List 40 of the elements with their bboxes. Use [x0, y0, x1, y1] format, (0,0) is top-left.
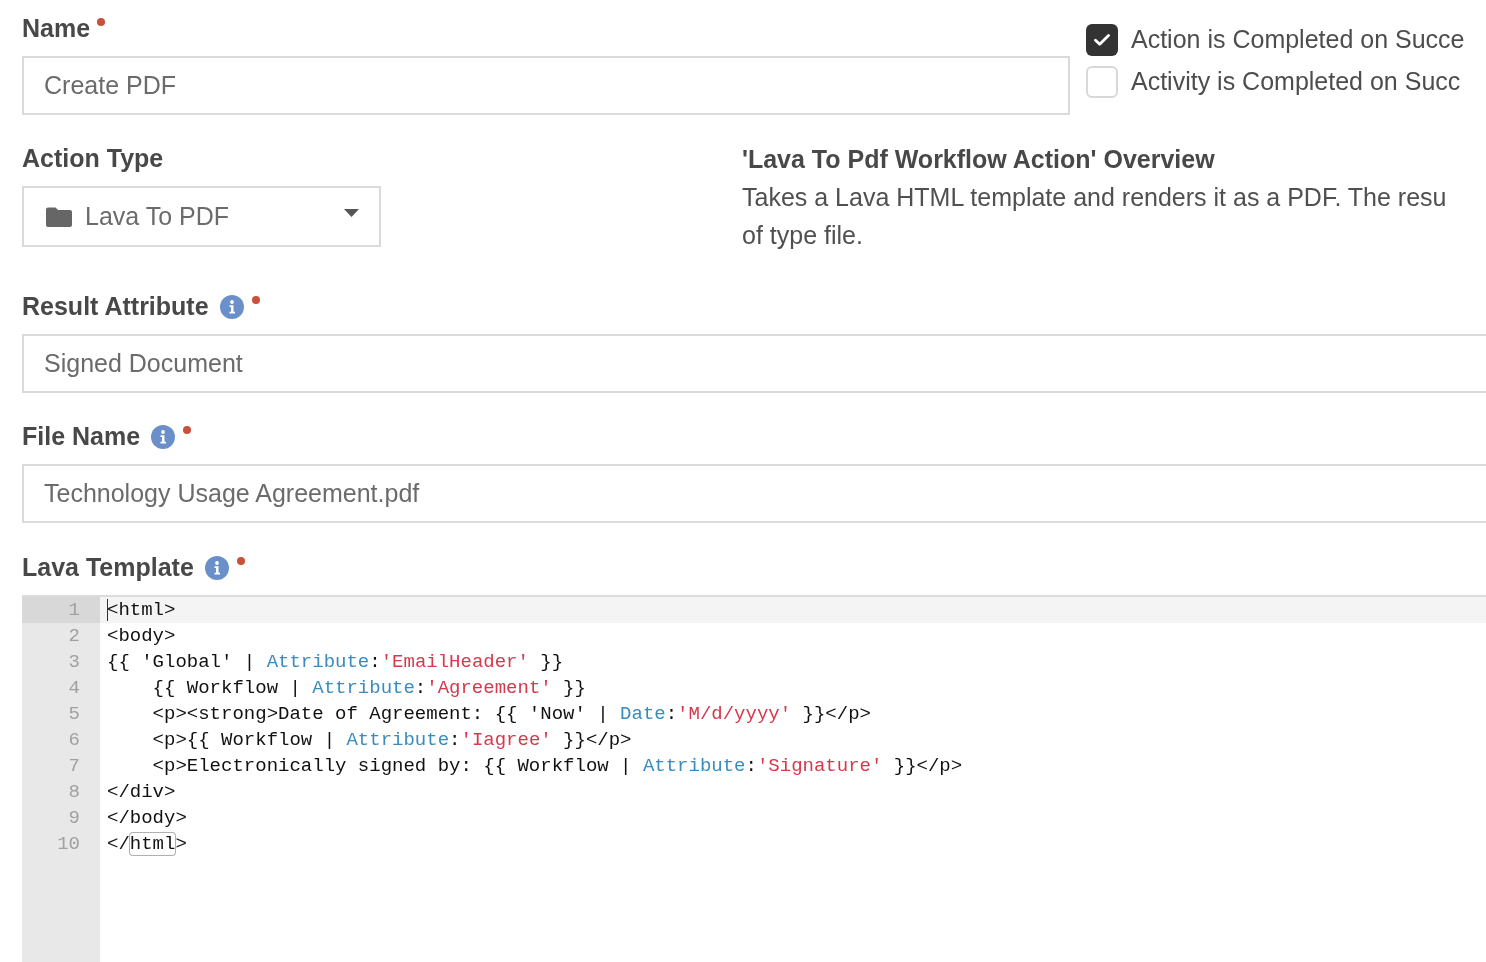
field-label: Name	[22, 13, 91, 45]
code-editor[interactable]	[22, 595, 1486, 962]
overview-text: Takes a Lava HTML template and renders it as a PDF. The resu of type file.	[742, 182, 1447, 251]
overview-title: 'Lava To Pdf Workflow Action' Overview	[742, 144, 1216, 175]
line-number: 6	[67, 728, 81, 753]
field-label: Action Type	[22, 143, 164, 175]
code-line: <p>{{ Workflow | Attribute:'Iagree' }}</p>	[151, 728, 633, 753]
text-input[interactable]: Technology Usage Agreement.pdf	[22, 464, 1486, 523]
checkbox[interactable]	[1086, 24, 1118, 56]
code-line: </html>	[106, 832, 188, 857]
field-label: Lava Template	[22, 552, 194, 584]
dropdown-value: Lava To PDF	[85, 200, 230, 232]
line-number: 4	[67, 676, 81, 701]
line-number: 3	[67, 650, 81, 675]
line-number: 8	[67, 780, 81, 805]
code-line: </body>	[106, 806, 188, 831]
line-number: 5	[67, 702, 81, 727]
line-number: 2	[67, 624, 81, 649]
code-line: </div>	[106, 780, 177, 805]
field-label: Result Attribute	[22, 291, 209, 323]
line-number: 1	[22, 597, 100, 623]
code-line: <body>	[106, 624, 177, 649]
text-input[interactable]: Create PDF	[22, 56, 1070, 115]
code-line: <p><strong>Date of Agreement: {{ 'Now' | Date:'M/d/yyyy' }}</p>	[151, 702, 872, 727]
line-number: 7	[67, 754, 81, 779]
code-line: {{ Workflow | Attribute:'Agreement' }}	[151, 676, 587, 701]
field-label: File Name	[22, 421, 141, 453]
text-cursor	[107, 599, 108, 621]
action-type-dropdown[interactable]: Lava To PDF	[22, 186, 381, 247]
caret-icon	[344, 208, 359, 217]
code-line: {{ 'Global' | Attribute:'EmailHeader' }}	[106, 650, 565, 675]
checkbox[interactable]	[1086, 66, 1118, 98]
text-input[interactable]: Signed Document	[22, 334, 1486, 393]
code-line: <p>Electronically signed by: {{ Workflow | Attribute:'Signature' }}</p>	[151, 754, 964, 779]
checkbox-label: Action is Completed on Succe	[1131, 24, 1465, 56]
line-number: 10	[56, 832, 81, 857]
folder-icon	[46, 206, 72, 227]
line-number: 9	[67, 806, 81, 831]
checkbox-label: Activity is Completed on Succ	[1131, 66, 1461, 98]
check-icon	[1094, 34, 1110, 46]
